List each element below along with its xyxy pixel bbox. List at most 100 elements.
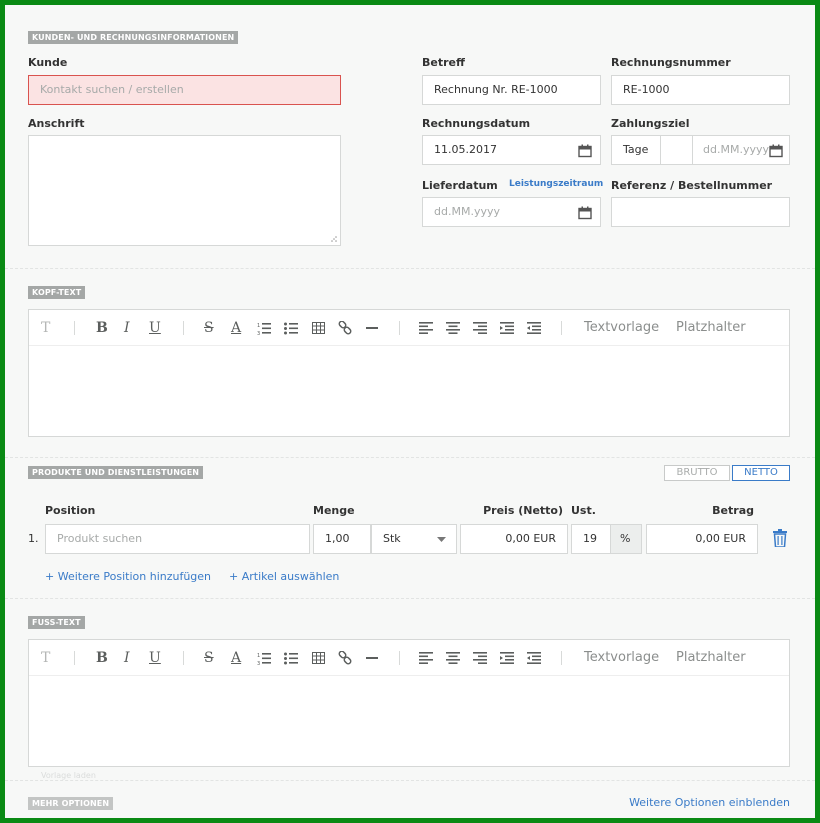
outdent-icon[interactable] <box>527 322 541 334</box>
ordered-list-icon[interactable]: 1 3 <box>257 652 271 665</box>
toolbar-separator <box>561 321 562 335</box>
reference-input[interactable] <box>611 197 790 227</box>
vat-input[interactable]: 19 <box>571 524 611 554</box>
rechnungsnummer-label: Rechnungsnummer <box>611 56 731 69</box>
add-position-link[interactable]: + Weitere Position hinzufügen <box>45 570 211 583</box>
align-center-icon[interactable] <box>446 652 460 664</box>
column-header-betrag: Betrag <box>712 504 754 517</box>
italic-icon[interactable]: I <box>124 650 130 666</box>
section-divider <box>5 268 815 269</box>
toolbar-separator <box>183 321 184 335</box>
kunde-label: Kunde <box>28 56 68 69</box>
align-left-icon[interactable] <box>419 322 433 334</box>
text-style-icon[interactable]: T <box>41 650 50 666</box>
customer-search-input[interactable]: Kontakt suchen / erstellen <box>28 75 341 105</box>
align-center-icon[interactable] <box>446 322 460 334</box>
toolbar-separator <box>183 651 184 665</box>
svg-text:3: 3 <box>257 331 260 335</box>
chevron-down-icon <box>437 537 446 542</box>
product-search-input[interactable]: Produkt suchen <box>45 524 310 554</box>
section-divider <box>5 780 815 781</box>
section-divider <box>5 598 815 599</box>
strikethrough-icon[interactable]: S <box>204 650 214 666</box>
align-right-icon[interactable] <box>473 652 487 664</box>
textvorlage-button[interactable]: Textvorlage <box>584 320 659 336</box>
invoice-date-input[interactable]: 11.05.2017 <box>422 135 601 165</box>
bold-icon[interactable]: B <box>96 650 108 666</box>
show-more-options-link[interactable]: Weitere Optionen einblenden <box>585 796 790 809</box>
svg-text:3: 3 <box>257 661 260 665</box>
delivery-date-input[interactable]: dd.MM.yyyy <box>422 197 601 227</box>
platzhalter-button[interactable]: Platzhalter <box>676 320 746 336</box>
calendar-icon[interactable] <box>578 144 592 158</box>
link-icon[interactable] <box>338 651 352 665</box>
brutto-toggle[interactable]: BRUTTO <box>664 465 730 481</box>
subject-input[interactable]: Rechnung Nr. RE-1000 <box>422 75 601 105</box>
underline-icon[interactable]: U <box>149 650 161 666</box>
indent-icon[interactable] <box>500 652 514 664</box>
netto-toggle[interactable]: NETTO <box>732 465 790 481</box>
leistungszeitraum-link[interactable]: Leistungszeitraum <box>509 179 603 189</box>
text-style-icon[interactable]: T <box>41 320 50 336</box>
column-header-position: Position <box>45 504 96 517</box>
section-tag-more-options: MEHR OPTIONEN <box>28 797 114 810</box>
invoice-number-input[interactable]: RE-1000 <box>611 75 790 105</box>
address-textarea[interactable] <box>28 135 341 246</box>
svg-text:1: 1 <box>257 653 260 659</box>
indent-icon[interactable] <box>500 322 514 334</box>
underline-icon[interactable]: U <box>149 320 161 336</box>
table-icon[interactable] <box>312 322 325 334</box>
unit-select[interactable]: Stk <box>371 524 457 554</box>
outdent-icon[interactable] <box>527 652 541 664</box>
toolbar-separator <box>399 651 400 665</box>
payment-days-input[interactable]: Tage <box>611 135 661 165</box>
resize-handle-icon[interactable] <box>330 235 338 243</box>
font-color-icon[interactable]: A <box>231 650 241 666</box>
column-header-ust: Ust. <box>571 504 596 517</box>
textvorlage-button[interactable]: Textvorlage <box>584 650 659 666</box>
trash-icon[interactable] <box>773 529 787 547</box>
link-icon[interactable] <box>338 321 352 335</box>
bullet-list-icon[interactable] <box>284 322 298 335</box>
zahlungsziel-label: Zahlungsziel <box>611 117 690 130</box>
footer-text-editor[interactable]: T B I U S A 1 3 Textvorlage Platzhalter <box>28 639 790 767</box>
horizontal-rule-icon[interactable] <box>366 657 378 659</box>
anschrift-label: Anschrift <box>28 117 85 130</box>
invoice-form: KUNDEN- UND RECHNUNGSINFORMATIONEN Kunde… <box>5 5 815 818</box>
section-tag-products: PRODUKTE UND DIENSTLEISTUNGEN <box>28 466 204 479</box>
rechnungsdatum-label: Rechnungsdatum <box>422 117 531 130</box>
bullet-list-icon[interactable] <box>284 652 298 665</box>
footer-faint-text: Vorlage laden <box>41 771 96 780</box>
payment-days-value[interactable] <box>660 135 693 165</box>
toolbar-separator <box>74 321 75 335</box>
calendar-icon[interactable] <box>578 206 592 220</box>
select-article-link[interactable]: + Artikel auswählen <box>229 570 339 583</box>
column-header-menge: Menge <box>313 504 355 517</box>
platzhalter-button[interactable]: Platzhalter <box>676 650 746 666</box>
italic-icon[interactable]: I <box>124 320 130 336</box>
table-icon[interactable] <box>312 652 325 664</box>
quantity-input[interactable]: 1,00 <box>313 524 371 554</box>
align-left-icon[interactable] <box>419 652 433 664</box>
vat-percent-addon: % <box>610 524 642 554</box>
toolbar-separator <box>74 651 75 665</box>
strikethrough-icon[interactable]: S <box>204 320 214 336</box>
calendar-icon[interactable] <box>769 144 783 158</box>
ordered-list-icon[interactable]: 1 3 <box>257 322 271 335</box>
payment-due-date-input[interactable]: dd.MM.yyyy <box>692 135 790 165</box>
delivery-date-placeholder: dd.MM.yyyy <box>434 205 500 218</box>
bold-icon[interactable]: B <box>96 320 108 336</box>
price-input[interactable]: 0,00 EUR <box>460 524 568 554</box>
section-tag-footer-text: FUSS-TEXT <box>28 616 85 629</box>
section-divider <box>5 457 815 458</box>
font-color-icon[interactable]: A <box>231 320 241 336</box>
amount-input[interactable]: 0,00 EUR <box>646 524 758 554</box>
toolbar-separator <box>561 651 562 665</box>
invoice-date-value: 11.05.2017 <box>434 143 497 156</box>
payment-due-placeholder: dd.MM.yyyy <box>703 143 769 156</box>
section-tag-customer: KUNDEN- UND RECHNUNGSINFORMATIONEN <box>28 31 239 44</box>
horizontal-rule-icon[interactable] <box>366 327 378 329</box>
svg-text:1: 1 <box>257 323 260 329</box>
header-text-editor[interactable]: T B I U S A 1 3 Textvorlage Platzhalter <box>28 309 790 437</box>
align-right-icon[interactable] <box>473 322 487 334</box>
